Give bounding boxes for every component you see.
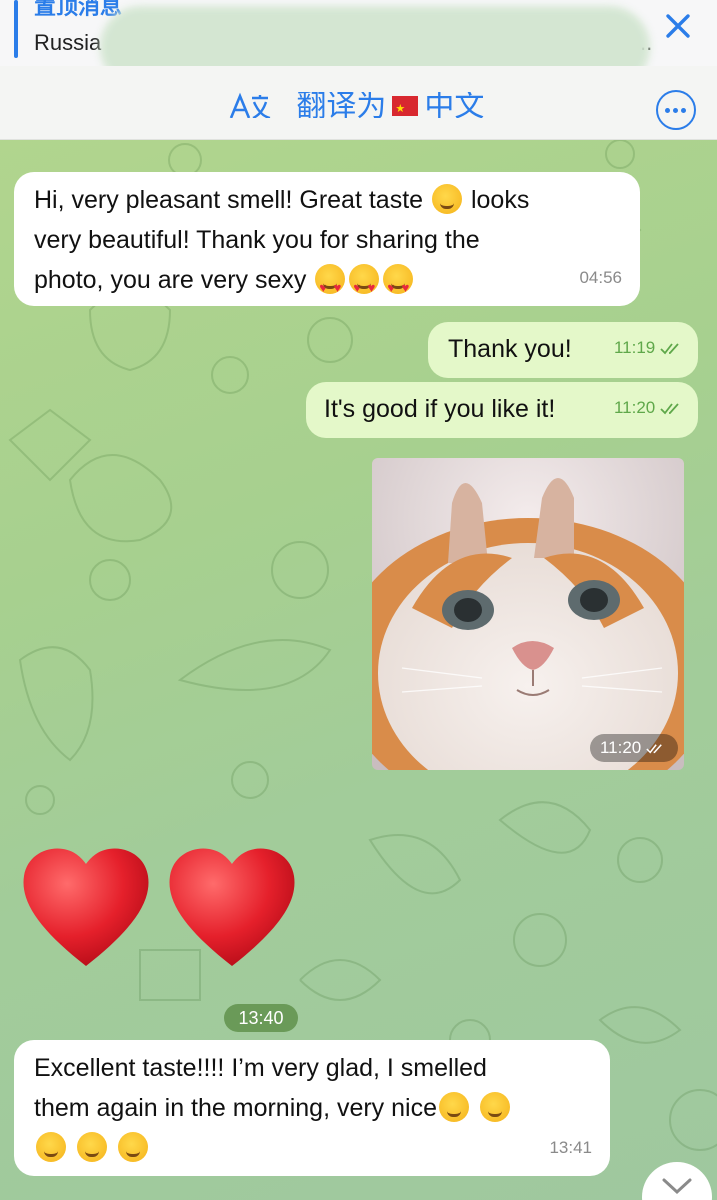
- message-time: 04:56: [579, 268, 622, 287]
- heart-eyes-emoji: [349, 264, 380, 308]
- chevron-down-icon: [662, 1178, 692, 1195]
- double-check-icon: [660, 402, 679, 414]
- message-text: It's good if you like it!: [324, 395, 556, 423]
- message-text: Hi, very pleasant smell! Great taste loo…: [34, 180, 634, 308]
- message-bubble-outgoing[interactable]: Thank you! 11:19: [428, 322, 698, 378]
- close-icon[interactable]: [660, 8, 696, 44]
- red-heart-icon: [23, 848, 149, 966]
- message-bubble-incoming[interactable]: Excellent taste!!!! I’m very glad, I sme…: [14, 1040, 610, 1176]
- double-check-icon: [660, 342, 679, 354]
- translate-label: 翻译为: [296, 92, 387, 118]
- pinned-text: Russia: [34, 30, 102, 55]
- smiling-face-emoji: [432, 184, 462, 214]
- message-time: 11:19: [614, 328, 686, 368]
- smirking-face-emoji: [479, 1092, 510, 1122]
- hearts-sticker[interactable]: [20, 840, 300, 970]
- heart-eyes-emoji: [315, 264, 346, 308]
- double-check-icon: [646, 743, 662, 754]
- scroll-down-button[interactable]: [642, 1162, 712, 1200]
- smirking-face-emoji: [76, 1132, 107, 1162]
- translate-language: 中文: [424, 92, 485, 118]
- smirking-face-emoji: [36, 1132, 66, 1162]
- pinned-title: 置顶消息: [34, 0, 123, 19]
- message-text: Thank you!: [448, 335, 572, 363]
- pinned-message-bar[interactable]: 置顶消息 Russia ..: [0, 0, 717, 88]
- message-time: 13:41: [549, 1138, 592, 1157]
- photo-message[interactable]: 11:20: [372, 458, 684, 770]
- chat-area[interactable]: Hi, very pleasant smell! Great taste loo…: [0, 140, 717, 1200]
- pinned-accent-line: [14, 0, 18, 58]
- time-divider-pill: 13:40: [224, 1004, 298, 1032]
- message-time: 11:20: [614, 388, 686, 428]
- smirking-face-emoji: [439, 1092, 469, 1122]
- translate-icon: [229, 92, 271, 118]
- translate-button[interactable]: 翻译为 中文: [228, 92, 484, 118]
- photo-time: 11:20: [589, 734, 678, 762]
- message-text: Excellent taste!!!! I’m very glad, I sme…: [34, 1048, 609, 1168]
- red-heart-icon: [169, 848, 295, 966]
- more-options-icon[interactable]: [656, 90, 696, 130]
- translate-bar[interactable]: 翻译为 中文: [0, 66, 717, 140]
- smirking-face-emoji: [117, 1132, 148, 1162]
- message-bubble-outgoing[interactable]: It's good if you like it! 11:20: [306, 382, 698, 438]
- heart-eyes-emoji: [383, 264, 414, 308]
- cat-photo: [372, 458, 684, 770]
- china-flag-icon: [392, 94, 419, 118]
- message-bubble-incoming[interactable]: Hi, very pleasant smell! Great taste loo…: [14, 172, 640, 308]
